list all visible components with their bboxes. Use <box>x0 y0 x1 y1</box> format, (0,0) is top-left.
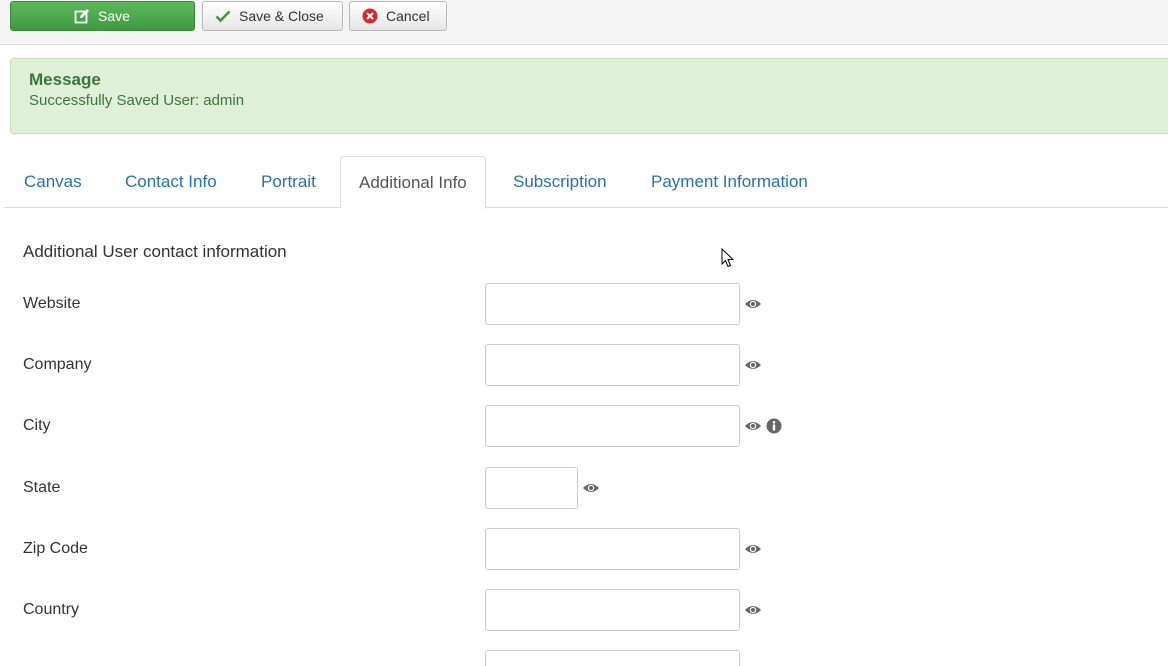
eye-icon[interactable] <box>744 295 762 313</box>
eye-icon[interactable] <box>744 601 762 619</box>
website-input[interactable] <box>485 283 740 325</box>
form-row-website: Website <box>0 283 1168 327</box>
form-row-state: State <box>0 467 1168 511</box>
message-title: Message <box>29 70 101 89</box>
tab-subscription[interactable]: Subscription <box>493 156 627 208</box>
form-row-company: Company <box>0 344 1168 388</box>
section-title: Additional User contact information <box>23 242 287 261</box>
eye-icon[interactable] <box>744 356 762 374</box>
website-label: Website <box>23 295 81 312</box>
cancel-button-label: Cancel <box>386 8 430 24</box>
success-message: Message Successfully Saved User: admin <box>10 58 1168 134</box>
tab-contact-info[interactable]: Contact Info <box>105 156 237 208</box>
eye-icon[interactable] <box>744 417 762 435</box>
cancel-circle-icon <box>362 8 378 24</box>
tab-payment-information[interactable]: Payment Information <box>631 156 828 208</box>
city-input[interactable] <box>485 405 740 447</box>
edit-icon <box>74 8 90 24</box>
tab-canvas[interactable]: Canvas <box>4 156 102 208</box>
tab-bar: Canvas Contact Info Portrait Additional … <box>4 156 1168 209</box>
save-button-label: Save <box>98 8 130 24</box>
tab-additional-info[interactable]: Additional Info <box>340 156 486 209</box>
city-label: City <box>23 417 51 434</box>
checkmark-icon <box>215 8 231 24</box>
eye-icon[interactable] <box>582 479 600 497</box>
save-close-button-label: Save & Close <box>239 8 324 24</box>
form-row-partial <box>0 650 1168 666</box>
form-row-city: City <box>0 405 1168 449</box>
company-label: Company <box>23 356 92 373</box>
mouse-cursor-icon <box>721 248 735 268</box>
zip-code-input[interactable] <box>485 528 740 570</box>
form-row-country: Country <box>0 589 1168 633</box>
toolbar: Save Save & Close Cancel <box>0 0 1168 45</box>
message-text: Successfully Saved User: admin <box>29 92 245 109</box>
company-input[interactable] <box>485 344 740 386</box>
save-button[interactable]: Save <box>10 1 195 31</box>
form-row-zip-code: Zip Code <box>0 528 1168 572</box>
country-input[interactable] <box>485 589 740 631</box>
info-icon[interactable] <box>765 417 783 435</box>
tab-portrait[interactable]: Portrait <box>241 156 336 208</box>
eye-icon[interactable] <box>744 540 762 558</box>
partial-input[interactable] <box>485 650 740 666</box>
state-input[interactable] <box>485 467 578 509</box>
save-close-button[interactable]: Save & Close <box>202 1 343 31</box>
country-label: Country <box>23 601 80 618</box>
state-label: State <box>23 479 61 496</box>
cancel-button[interactable]: Cancel <box>349 1 447 31</box>
zip-code-label: Zip Code <box>23 540 88 557</box>
